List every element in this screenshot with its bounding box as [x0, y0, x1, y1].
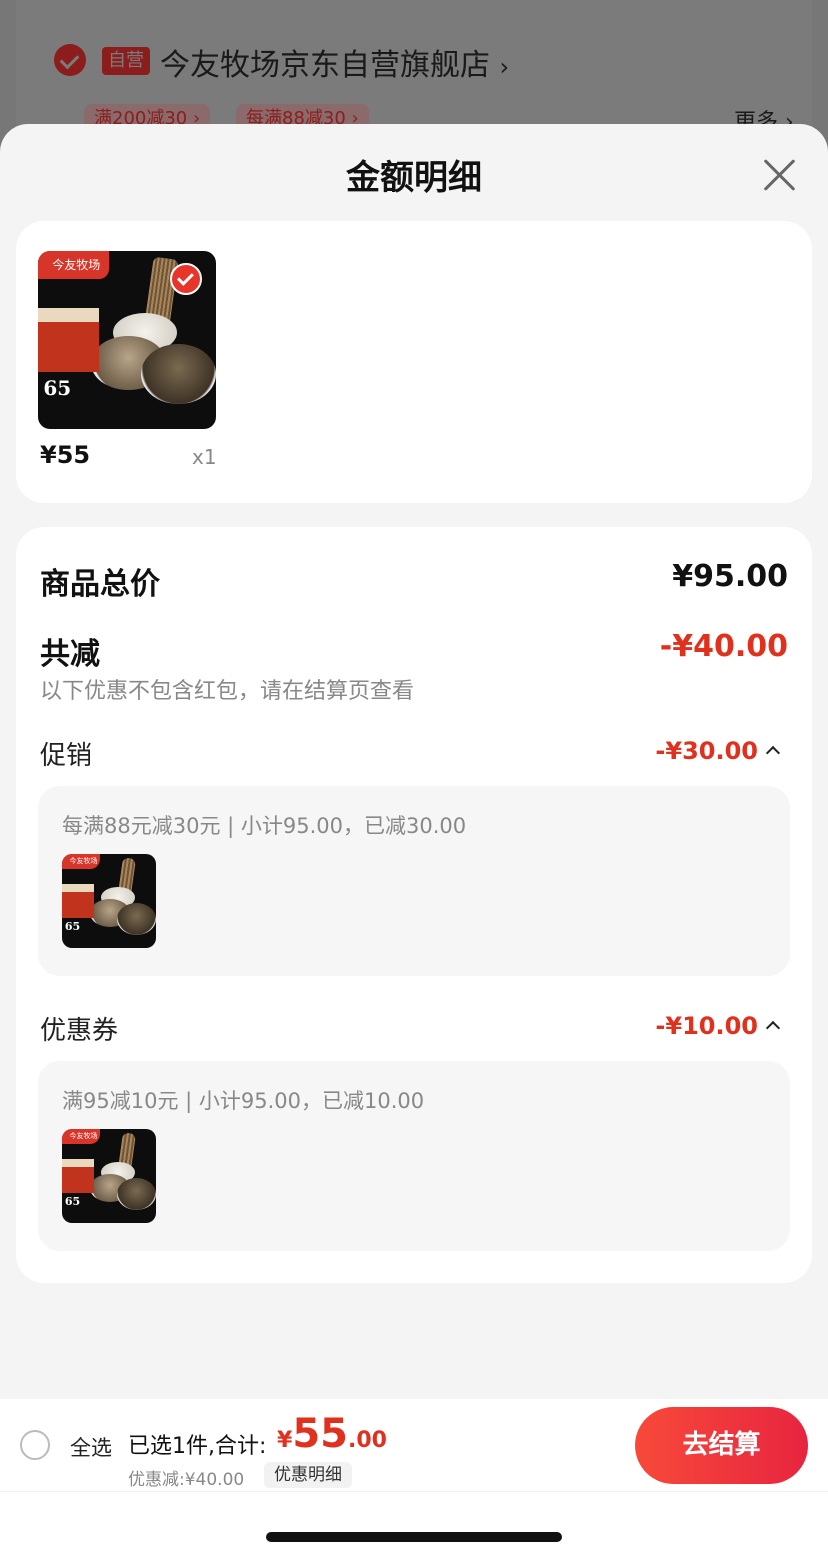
- promo-detail-box: 每满88元减30元 | 小计95.00，已减30.00 今友牧场 65: [38, 786, 790, 976]
- selected-count-text: 已选1件,合计:: [128, 1434, 267, 1459]
- goods-total-label: 商品总价: [40, 567, 160, 602]
- summary-card: 商品总价 ¥95.00 共减 -¥40.00 以下优惠不包含红包，请在结算页查看…: [16, 527, 812, 1283]
- select-all-radio[interactable]: [20, 1430, 50, 1460]
- close-icon[interactable]: [760, 154, 800, 194]
- product-card: 今友牧场 65 ¥55 x1: [16, 221, 812, 503]
- checkout-bar: 全选 已选1件,合计: ¥55.00 优惠减:¥40.00 优惠明细 去结算: [0, 1399, 828, 1491]
- home-indicator-area: [0, 1491, 828, 1558]
- chevron-up-icon[interactable]: [765, 1020, 781, 1036]
- goods-total-value: ¥95.00: [672, 559, 788, 594]
- image-price-label: 65: [64, 919, 81, 933]
- app-root: 自营 今友牧场京东自营旗舰店 › 满200减30 › 每满88减30 › 更多 …: [0, 0, 828, 1558]
- product-price: ¥55: [40, 441, 91, 469]
- checkmark-icon[interactable]: [169, 263, 202, 296]
- coupon-product-thumb: 今友牧场 65: [62, 1129, 156, 1223]
- promo-product-thumb: 今友牧场 65: [62, 854, 156, 948]
- promo-detail-text: 每满88元减30元 | 小计95.00，已减30.00: [62, 814, 467, 838]
- total-decimal: .00: [347, 1428, 387, 1453]
- home-indicator[interactable]: [266, 1532, 562, 1542]
- promo-label: 促销: [40, 741, 93, 771]
- store-name: 今友牧场京东自营旗舰店 ›: [160, 40, 509, 84]
- chevron-up-icon[interactable]: [765, 745, 781, 761]
- promo-value[interactable]: -¥30.00: [655, 737, 758, 765]
- checkout-button[interactable]: 去结算: [635, 1407, 808, 1484]
- select-all-label[interactable]: 全选: [70, 1432, 112, 1462]
- store-name-text: 今友牧场京东自营旗舰店: [160, 48, 490, 83]
- brand-logo: 今友牧场: [62, 854, 100, 870]
- currency-symbol: ¥: [277, 1428, 293, 1453]
- amount-detail-sheet: 金额明细 今友牧场 65 ¥55 x1 商品总价 ¥95.00 共减 -¥40.…: [0, 124, 828, 1558]
- coupon-label: 优惠券: [40, 1016, 119, 1046]
- image-price-label: 65: [43, 375, 72, 400]
- product-image[interactable]: 今友牧场 65: [38, 251, 216, 429]
- coupon-detail-text: 满95减10元 | 小计95.00，已减10.00: [62, 1089, 425, 1113]
- sheet-title: 金额明细: [346, 158, 482, 198]
- self-operated-tag: 自营: [102, 47, 150, 75]
- total-integer: 55: [292, 1411, 348, 1457]
- total-price: ¥55.00: [277, 1411, 387, 1457]
- image-price-label: 65: [64, 1194, 81, 1208]
- brand-logo: 今友牧场: [62, 1129, 100, 1145]
- discount-detail-link[interactable]: 优惠明细: [264, 1462, 352, 1488]
- total-reduce-value: -¥40.00: [659, 629, 788, 664]
- discount-note: 以下优惠不包含红包，请在结算页查看: [40, 679, 415, 704]
- brand-logo: 今友牧场: [38, 251, 110, 280]
- coupon-value[interactable]: -¥10.00: [655, 1012, 758, 1040]
- product-quantity: x1: [192, 445, 217, 469]
- coupon-detail-box: 满95减10元 | 小计95.00，已减10.00 今友牧场 65: [38, 1061, 790, 1251]
- chevron-right-icon: ›: [499, 53, 510, 81]
- total-reduce-label: 共减: [40, 637, 100, 672]
- store-check-icon: [54, 44, 86, 76]
- discount-amount: 优惠减:¥40.00: [128, 1470, 245, 1490]
